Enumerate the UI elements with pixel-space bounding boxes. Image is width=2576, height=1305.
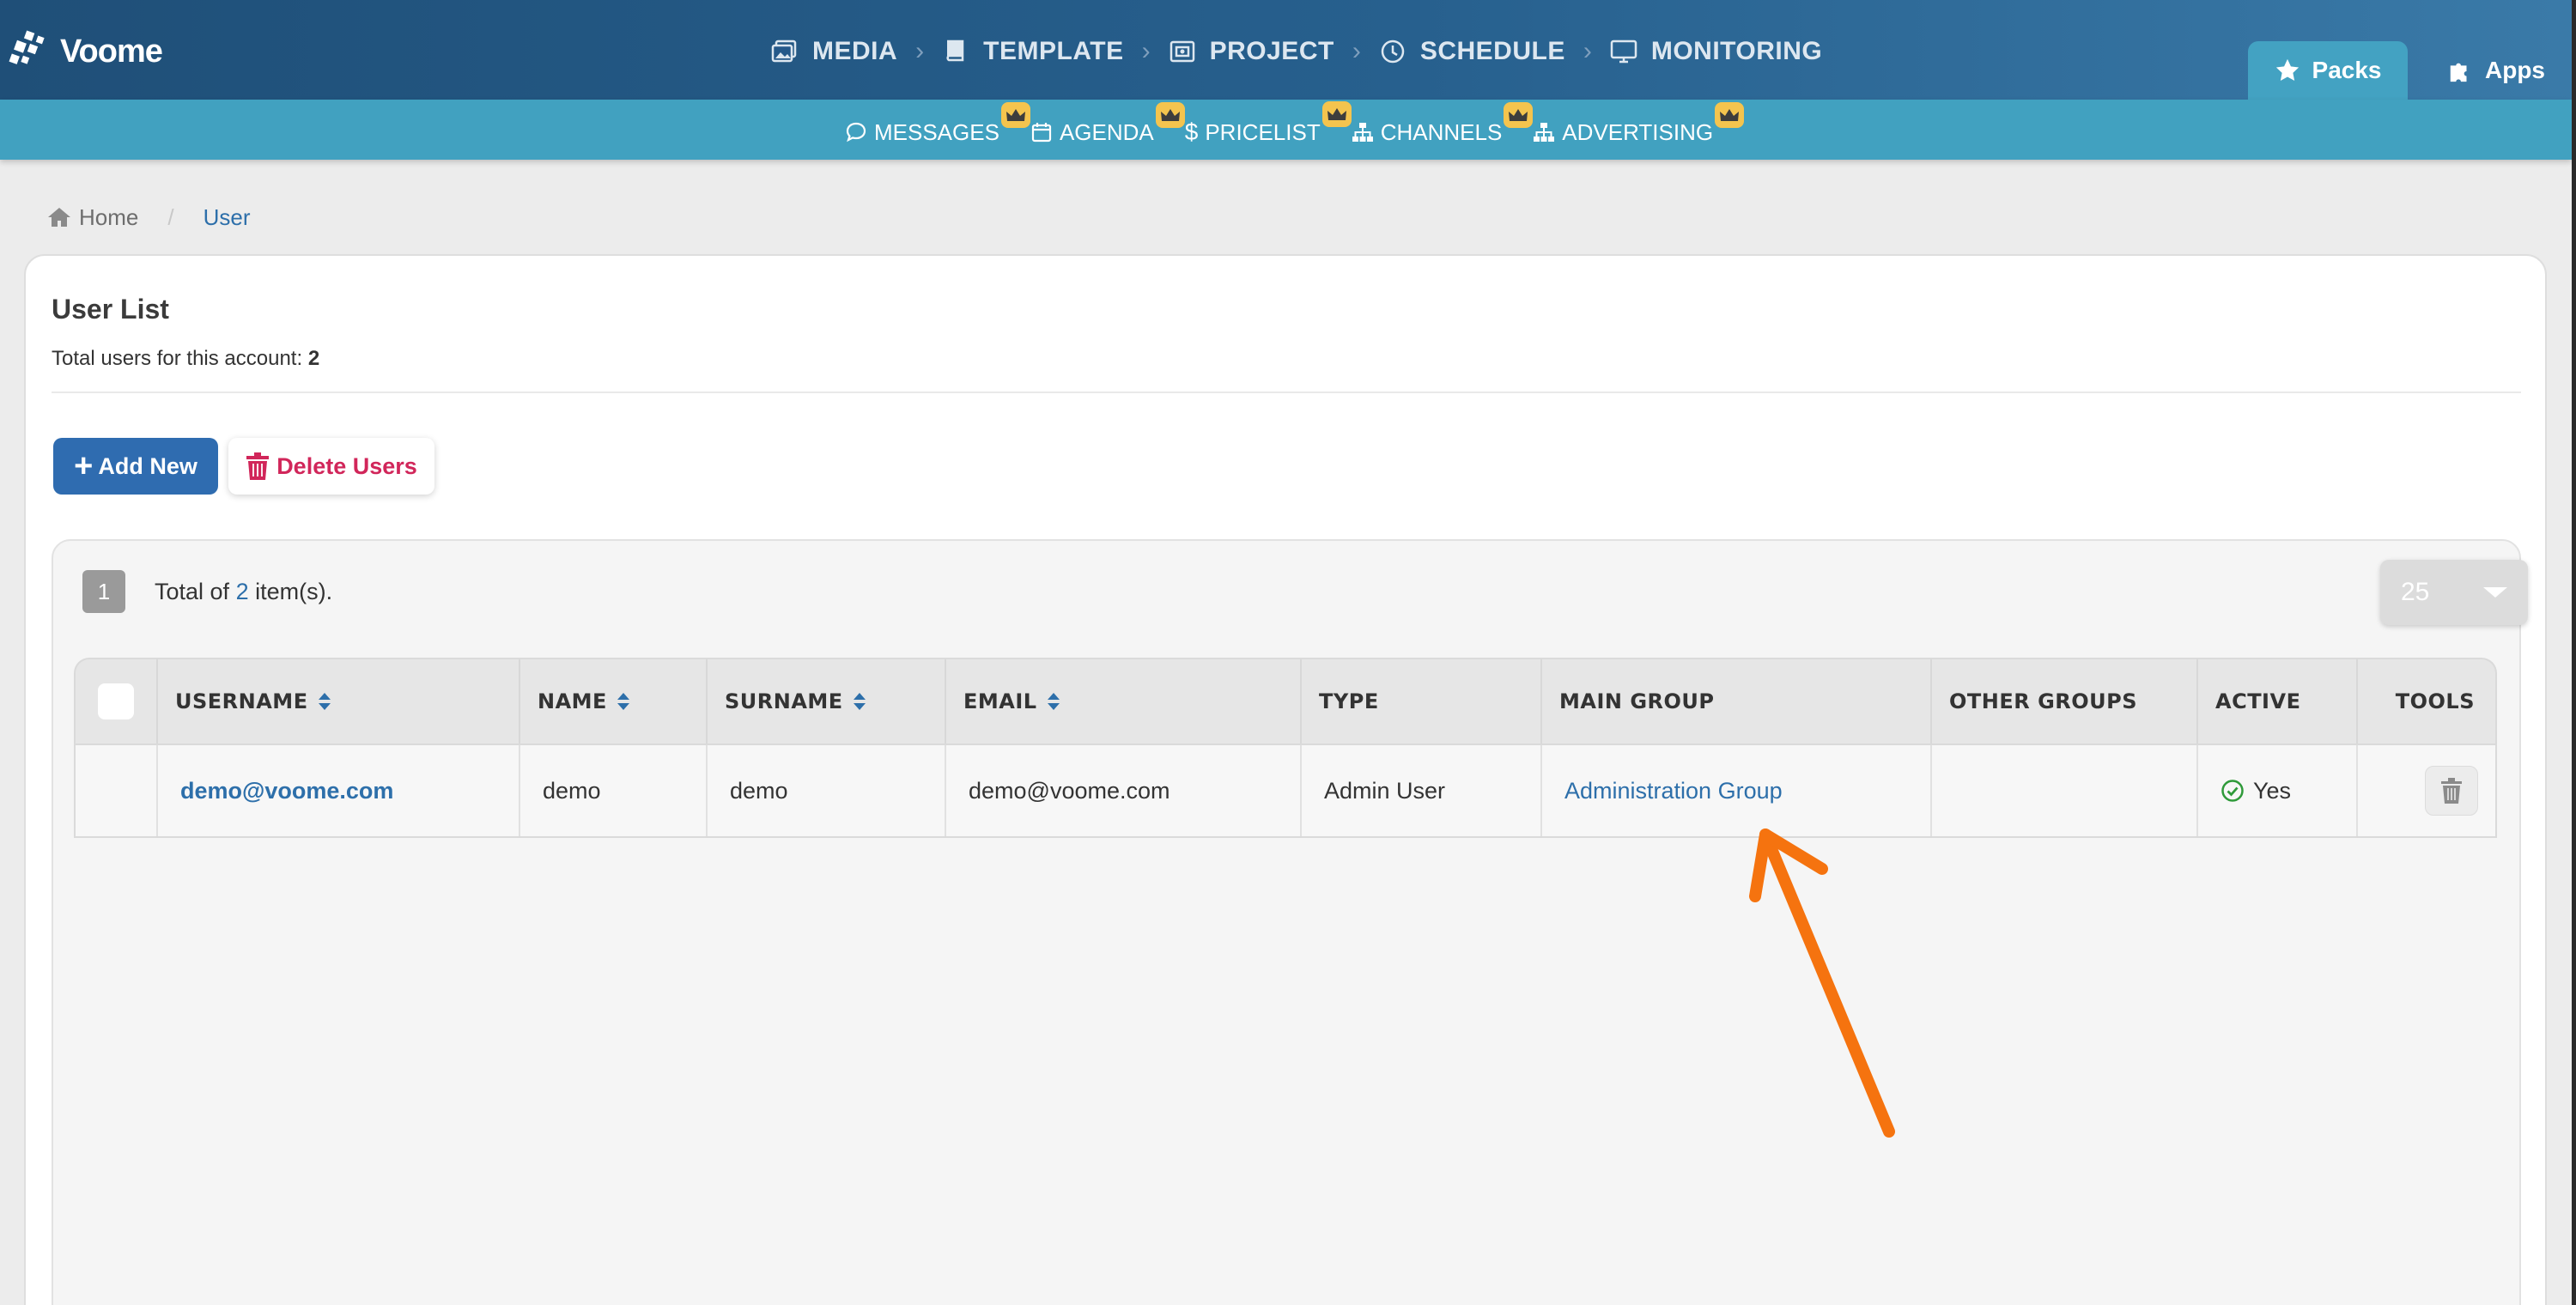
- active-status: Yes: [2221, 778, 2291, 804]
- chat-icon: [846, 122, 866, 143]
- column-other-groups: OTHER GROUPS: [1930, 659, 2196, 744]
- premium-crown-icon: [1000, 101, 1030, 128]
- sort-icon: [318, 693, 331, 710]
- puzzle-icon: [2450, 63, 2467, 82]
- project-icon: [1170, 40, 1194, 63]
- logo[interactable]: Voome: [7, 26, 163, 77]
- nav-monitoring[interactable]: MONITORING: [1610, 37, 1822, 66]
- sitemap-icon: [1534, 123, 1555, 142]
- cell-other-groups: [1930, 745, 2196, 836]
- image-icon: [771, 39, 797, 63]
- breadcrumb-home[interactable]: Home: [46, 204, 138, 231]
- divider: [52, 392, 2521, 393]
- total-items-text: Total of 2 item(s).: [155, 579, 333, 604]
- column-active: ACTIVE: [2196, 659, 2356, 744]
- sub-nav: MESSAGES AGENDA $ PRICELIST CHANNELS ADV…: [0, 100, 2572, 160]
- premium-crown-icon: [1321, 101, 1352, 127]
- column-name[interactable]: NAME: [519, 659, 706, 744]
- chevron-right-icon: ›: [1352, 37, 1361, 65]
- star-icon: [2275, 58, 2299, 81]
- dollar-icon: $: [1184, 118, 1199, 145]
- chevron-right-icon: ›: [1141, 37, 1151, 65]
- main-group-link[interactable]: Administration Group: [1564, 778, 1783, 804]
- breadcrumb-separator: /: [167, 203, 174, 230]
- subnav-pricelist[interactable]: $ PRICELIST: [1184, 101, 1352, 146]
- page-title: User List: [52, 294, 169, 325]
- sort-icon: [853, 693, 866, 710]
- book-icon: [946, 39, 964, 62]
- subnav-agenda[interactable]: AGENDA: [1030, 101, 1185, 146]
- delete-row-button[interactable]: [2425, 766, 2478, 816]
- breadcrumb: Home / User: [46, 203, 251, 232]
- monitor-icon: [1610, 39, 1637, 64]
- tab-apps[interactable]: Apps: [2423, 41, 2569, 100]
- user-grid: 1 Total of 2 item(s). 25: [52, 539, 2528, 1305]
- app-window: Voome MEDIA › TEMPLATE › PROJECT › SCHED…: [0, 0, 2572, 1305]
- plus-icon: +: [74, 448, 94, 484]
- subnav-messages[interactable]: MESSAGES: [845, 101, 1030, 146]
- premium-crown-icon: [1715, 101, 1745, 128]
- top-bar: Voome MEDIA › TEMPLATE › PROJECT › SCHED…: [0, 0, 2572, 100]
- trash-icon: [2441, 778, 2462, 804]
- nav-schedule[interactable]: SCHEDULE: [1379, 37, 1565, 66]
- cell-type: Admin User: [1300, 745, 1540, 836]
- cell-email: demo@voome.com: [945, 745, 1300, 836]
- premium-crown-icon: [1155, 101, 1185, 128]
- user-count-text: Total users for this account: 2: [52, 347, 320, 370]
- breadcrumb-current[interactable]: User: [204, 204, 251, 231]
- main-nav: MEDIA › TEMPLATE › PROJECT › SCHEDULE › …: [771, 31, 1822, 72]
- sort-icon: [1047, 693, 1060, 710]
- row-select-cell[interactable]: [76, 745, 156, 836]
- column-surname[interactable]: SURNAME: [706, 659, 945, 744]
- sort-icon: [617, 693, 629, 710]
- username-link[interactable]: demo@voome.com: [180, 778, 393, 804]
- clock-icon: [1381, 39, 1405, 64]
- column-tools: TOOLS: [2356, 659, 2499, 744]
- column-email[interactable]: EMAIL: [945, 659, 1300, 744]
- sitemap-icon: [1352, 123, 1373, 142]
- nav-project[interactable]: PROJECT: [1169, 37, 1334, 66]
- column-type: TYPE: [1300, 659, 1540, 744]
- premium-crown-icon: [1504, 101, 1534, 128]
- chevron-right-icon: ›: [1583, 37, 1592, 65]
- table-header: USERNAME NAME SURNAME EMAIL TYPE MAIN GR…: [74, 658, 2497, 744]
- home-icon: [48, 208, 70, 227]
- select-all-checkbox[interactable]: [98, 683, 134, 719]
- chevron-right-icon: ›: [915, 37, 925, 65]
- page-size-select[interactable]: 25: [2380, 560, 2528, 625]
- tab-packs[interactable]: Packs: [2248, 41, 2408, 100]
- users-table: USERNAME NAME SURNAME EMAIL TYPE MAIN GR…: [74, 658, 2497, 838]
- voome-logo-icon: [9, 30, 45, 64]
- delete-users-button[interactable]: Delete Users: [228, 438, 434, 495]
- caret-down-icon: [2483, 587, 2507, 598]
- nav-media[interactable]: MEDIA: [771, 37, 897, 66]
- subnav-advertising[interactable]: ADVERTISING: [1533, 101, 1745, 146]
- add-new-button[interactable]: + Add New: [53, 438, 218, 495]
- cell-name: demo: [519, 745, 706, 836]
- page-number-button[interactable]: 1: [82, 570, 125, 613]
- trash-icon: [246, 452, 270, 480]
- table-row[interactable]: demo@voome.com demo demo demo@voome.com …: [74, 744, 2497, 838]
- nav-template[interactable]: TEMPLATE: [942, 37, 1123, 66]
- cell-surname: demo: [706, 745, 945, 836]
- check-circle-icon: [2221, 780, 2244, 802]
- user-count: 2: [307, 347, 320, 370]
- column-username[interactable]: USERNAME: [156, 659, 519, 744]
- calendar-icon: [1031, 123, 1052, 143]
- brand-name: Voome: [60, 33, 163, 70]
- column-main-group: MAIN GROUP: [1540, 659, 1930, 744]
- subnav-channels[interactable]: CHANNELS: [1352, 101, 1534, 146]
